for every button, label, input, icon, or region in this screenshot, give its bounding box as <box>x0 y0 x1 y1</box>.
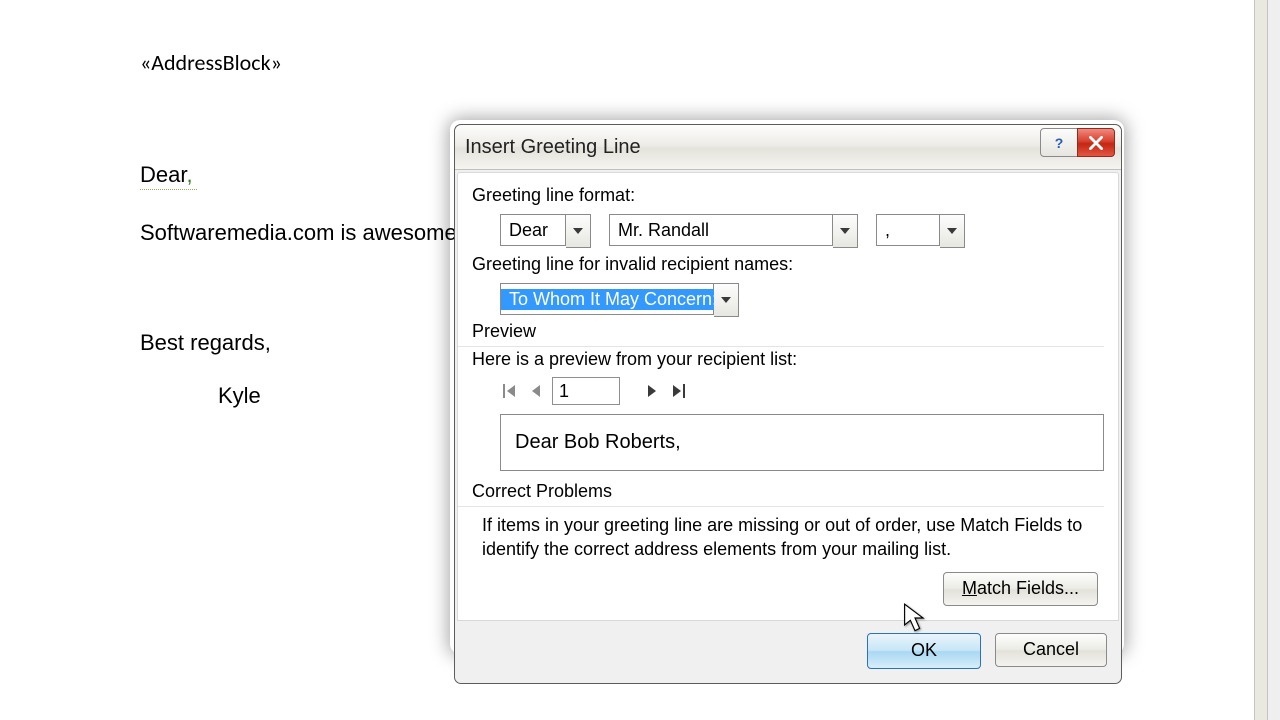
chevron-down-icon[interactable] <box>833 214 858 248</box>
dialog-titlebar[interactable]: Insert Greeting Line ? <box>455 125 1121 170</box>
cancel-button[interactable]: Cancel <box>995 633 1107 667</box>
record-navigator <box>500 376 1104 406</box>
match-fields-button[interactable]: Match Fields... <box>943 572 1098 606</box>
dialog-body: Greeting line format: Dear Mr. Randall ,… <box>457 172 1119 621</box>
last-record-button[interactable] <box>668 376 688 406</box>
preview-text: Dear Bob Roberts, <box>515 431 681 453</box>
correct-problems-group: Correct Problems If items in your greeti… <box>472 481 1104 606</box>
first-record-button[interactable] <box>500 376 520 406</box>
first-icon <box>503 383 517 399</box>
help-icon: ? <box>1055 135 1064 151</box>
chevron-down-icon[interactable] <box>940 214 965 248</box>
ok-button[interactable]: OK <box>867 633 981 669</box>
vertical-scrollbar[interactable] <box>1267 0 1280 720</box>
dear-punct: , <box>186 162 192 187</box>
dear-text: Dear <box>140 162 186 187</box>
dialog-title: Insert Greeting Line <box>455 136 641 159</box>
correct-problems-text: If items in your greeting line are missi… <box>482 513 1100 562</box>
salutation-value: Dear <box>501 220 556 241</box>
preview-box: Dear Bob Roberts, <box>500 414 1104 471</box>
invalid-greeting-value: To Whom It May Concern: <box>501 289 725 310</box>
divider <box>458 506 1104 507</box>
salutation-select[interactable]: Dear <box>500 214 591 248</box>
invalid-greeting-select[interactable]: To Whom It May Concern: <box>500 283 739 317</box>
preview-desc: Here is a preview from your recipient li… <box>472 349 1104 370</box>
prev-record-button[interactable] <box>526 376 546 406</box>
name-format-select[interactable]: Mr. Randall <box>609 214 858 248</box>
prev-icon <box>530 383 542 399</box>
right-margin-gutter <box>1254 0 1268 720</box>
invalid-label: Greeting line for invalid recipient name… <box>472 254 1104 275</box>
address-block-field: «AddressBlock» <box>140 50 1214 76</box>
next-record-button[interactable] <box>642 376 662 406</box>
dialog-footer: OK Cancel <box>455 621 1121 683</box>
punctuation-select[interactable]: , <box>876 214 965 248</box>
name-format-value: Mr. Randall <box>610 220 717 241</box>
divider <box>458 346 1104 347</box>
help-button[interactable]: ? <box>1040 128 1078 157</box>
preview-label: Preview <box>472 321 1104 342</box>
chevron-down-icon[interactable] <box>714 283 739 317</box>
chevron-down-icon[interactable] <box>566 214 591 248</box>
next-icon <box>646 383 658 399</box>
record-number-input[interactable] <box>552 377 620 405</box>
format-label: Greeting line format: <box>472 185 1104 206</box>
correct-problems-label: Correct Problems <box>472 481 1104 502</box>
close-icon <box>1089 136 1103 150</box>
close-button[interactable] <box>1077 128 1115 157</box>
punctuation-value: , <box>877 220 898 241</box>
last-icon <box>671 383 685 399</box>
insert-greeting-line-dialog: Insert Greeting Line ? Greeting line for… <box>454 124 1122 684</box>
